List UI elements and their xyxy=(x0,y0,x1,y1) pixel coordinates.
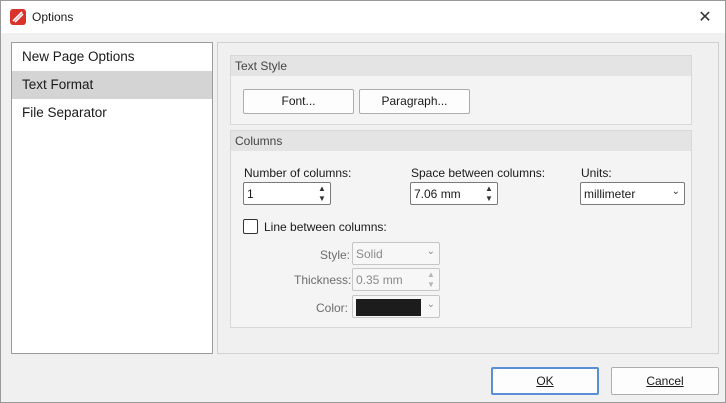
number-of-columns-value: 1 xyxy=(247,187,254,201)
font-button[interactable]: Font... xyxy=(243,89,354,114)
space-between-columns-stepper[interactable]: 7.06 mm ▲ ▼ xyxy=(410,182,498,205)
spin-up-icon[interactable]: ▲ xyxy=(318,184,326,193)
number-of-columns-stepper[interactable]: 1 ▲ ▼ xyxy=(243,182,331,205)
spin-down-icon[interactable]: ▼ xyxy=(427,280,435,289)
chevron-down-icon: ⌄ xyxy=(426,246,435,257)
number-of-columns-label: Number of columns: xyxy=(244,166,352,180)
spin-down-icon[interactable]: ▼ xyxy=(485,194,493,203)
cancel-button[interactable]: Cancel xyxy=(611,367,719,395)
ok-button[interactable]: OK xyxy=(491,367,599,395)
color-label: Color: xyxy=(316,301,349,315)
space-between-columns-value: 7.06 mm xyxy=(414,187,461,201)
nav-item-text-format[interactable]: Text Format xyxy=(12,71,212,99)
thickness-stepper[interactable]: 0.35 mm ▲ ▼ xyxy=(352,268,440,291)
thickness-value: 0.35 mm xyxy=(356,273,403,287)
columns-header: Columns xyxy=(231,131,691,151)
dialog-title: Options xyxy=(32,10,74,24)
thickness-label: Thickness: xyxy=(294,273,352,287)
columns-group: Columns Number of columns: 1 ▲ ▼ Space b… xyxy=(230,130,692,328)
spin-down-icon[interactable]: ▼ xyxy=(318,194,326,203)
chevron-down-icon: ⌄ xyxy=(426,299,435,310)
line-between-columns-checkbox[interactable] xyxy=(243,219,258,234)
spin-up-icon[interactable]: ▲ xyxy=(427,270,435,279)
app-logo-icon xyxy=(10,9,26,25)
ok-button-label: OK xyxy=(536,374,554,388)
text-style-header: Text Style xyxy=(231,56,691,76)
title-bar: Options ✕ xyxy=(1,1,725,33)
style-label: Style: xyxy=(320,248,351,262)
nav-item-file-separator[interactable]: File Separator xyxy=(12,99,212,127)
units-value: millimeter xyxy=(584,187,636,201)
line-between-columns-label: Line between columns: xyxy=(264,220,387,234)
paragraph-button[interactable]: Paragraph... xyxy=(359,89,470,114)
options-dialog: Options ✕ New Page Options Text Format F… xyxy=(0,0,726,403)
close-icon[interactable]: ✕ xyxy=(685,1,725,33)
chevron-down-icon: ⌄ xyxy=(671,186,680,197)
text-style-group: Text Style Font... Paragraph... xyxy=(230,55,692,125)
units-label: Units: xyxy=(581,166,612,180)
units-select[interactable]: millimeter ⌄ xyxy=(580,182,685,205)
line-style-select[interactable]: Solid ⌄ xyxy=(352,242,440,265)
spin-up-icon[interactable]: ▲ xyxy=(485,184,493,193)
space-between-columns-label: Space between columns: xyxy=(411,166,546,180)
cancel-button-label: Cancel xyxy=(646,374,684,388)
nav-item-new-page-options[interactable]: New Page Options xyxy=(12,43,212,71)
color-swatch xyxy=(356,299,421,316)
line-color-picker[interactable]: ⌄ xyxy=(352,295,440,318)
line-style-value: Solid xyxy=(356,247,383,261)
settings-panel: Text Style Font... Paragraph... Columns … xyxy=(217,42,719,354)
options-category-list: New Page Options Text Format File Separa… xyxy=(11,42,213,354)
